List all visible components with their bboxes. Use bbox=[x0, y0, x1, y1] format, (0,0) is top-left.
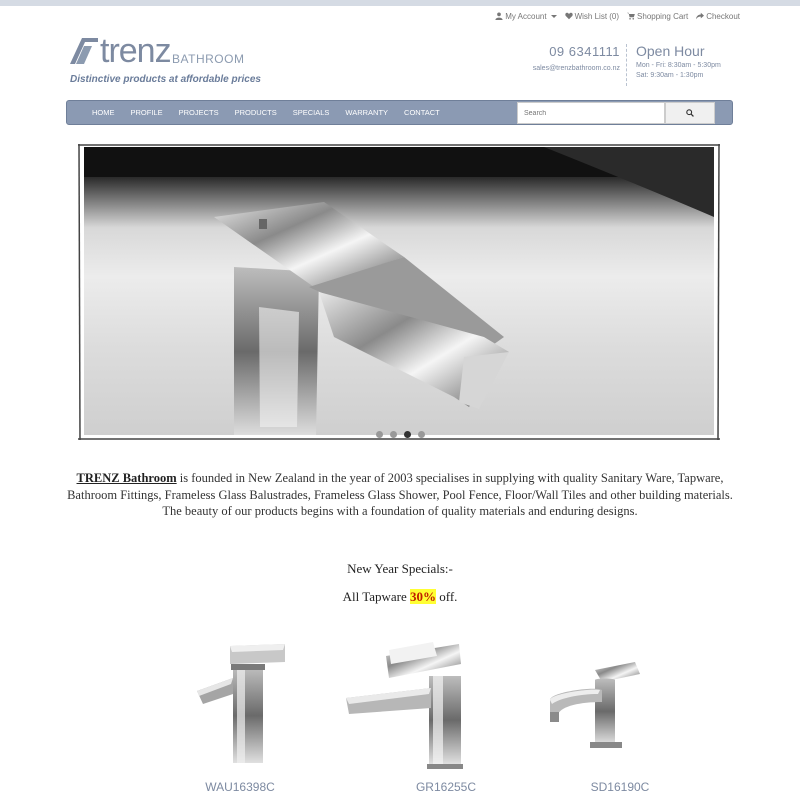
my-account-link[interactable]: My Account bbox=[495, 11, 557, 21]
discount-highlight: 30% bbox=[410, 589, 436, 604]
user-icon bbox=[495, 12, 503, 20]
search-button[interactable] bbox=[665, 102, 715, 124]
nav-item-contact[interactable]: CONTACT bbox=[396, 100, 448, 125]
brand-link[interactable]: TRENZ Bathroom bbox=[77, 471, 177, 485]
product-name[interactable]: WAU16398C bbox=[170, 780, 310, 794]
nav-item-home[interactable]: HOME bbox=[84, 100, 123, 125]
specials-offer: All Tapware 30% off. bbox=[0, 589, 800, 605]
product-card[interactable]: SD16190C bbox=[540, 636, 690, 796]
logo-wordmark: trenz bbox=[100, 32, 172, 70]
slider-dot[interactable] bbox=[376, 431, 383, 438]
slider-dot[interactable] bbox=[390, 431, 397, 438]
specials-suffix: off. bbox=[436, 589, 458, 604]
header-divider bbox=[626, 44, 627, 86]
nav-items: HOME PROFILE PROJECTS PRODUCTS SPECIALS … bbox=[67, 100, 448, 125]
open-hours-title: Open Hour bbox=[636, 43, 705, 59]
top-links: My Account Wish List (0) Shopping Cart C… bbox=[495, 9, 740, 23]
top-strip bbox=[0, 0, 800, 6]
nav-item-profile[interactable]: PROFILE bbox=[123, 100, 171, 125]
nav-item-specials[interactable]: SPECIALS bbox=[285, 100, 338, 125]
specials-title: New Year Specials:- bbox=[347, 561, 453, 576]
faucet-photo-icon bbox=[84, 147, 714, 435]
intro-paragraph: TRENZ Bathroom is founded in New Zealand… bbox=[60, 470, 740, 520]
nav-item-projects[interactable]: PROJECTS bbox=[171, 100, 227, 125]
heart-icon bbox=[564, 12, 573, 20]
specials-prefix: All Tapware bbox=[342, 589, 410, 604]
email-address[interactable]: sales@trenzbathroom.co.nz bbox=[510, 65, 620, 72]
contact-block: 09 6341111 sales@trenzbathroom.co.nz bbox=[510, 44, 620, 72]
slider-dots bbox=[376, 431, 425, 438]
faucet-icon bbox=[540, 652, 650, 757]
weekday-hours: Mon - Fri: 8:30am - 5:30pm bbox=[636, 62, 721, 69]
product-card[interactable]: WAU16398C bbox=[170, 636, 310, 796]
logo-subtitle: BATHROOM bbox=[172, 52, 245, 66]
slide-image bbox=[84, 147, 714, 435]
nav-item-products[interactable]: PRODUCTS bbox=[227, 100, 285, 125]
checkout-link[interactable]: Checkout bbox=[696, 12, 740, 21]
wishlist-label: Wish List (0) bbox=[574, 11, 620, 21]
cart-icon bbox=[627, 12, 635, 20]
search-input[interactable] bbox=[517, 102, 665, 124]
product-name[interactable]: GR16255C bbox=[376, 780, 516, 794]
logo-mark-icon bbox=[70, 38, 98, 64]
wishlist-link[interactable]: Wish List (0) bbox=[564, 11, 620, 21]
hero-slider[interactable] bbox=[76, 142, 722, 442]
my-account-label: My Account bbox=[505, 11, 547, 21]
product-card[interactable]: GR16255C bbox=[341, 636, 516, 796]
caret-down-icon bbox=[550, 14, 557, 18]
faucet-icon bbox=[341, 636, 466, 771]
search-icon bbox=[686, 109, 694, 117]
faucet-icon bbox=[197, 644, 285, 763]
saturday-hours: Sat: 9:30am - 1:30pm bbox=[636, 72, 704, 79]
share-arrow-icon bbox=[696, 12, 705, 20]
main-nav: HOME PROFILE PROJECTS PRODUCTS SPECIALS … bbox=[66, 100, 733, 125]
open-hours: Open Hour Mon - Fri: 8:30am - 5:30pm Sat… bbox=[636, 43, 721, 79]
checkout-label: Checkout bbox=[706, 11, 740, 21]
product-name[interactable]: SD16190C bbox=[550, 780, 690, 794]
phone-number: 09 6341111 bbox=[549, 44, 620, 59]
slider-dot[interactable] bbox=[418, 431, 425, 438]
site-logo[interactable]: trenz BATHROOM Distinctive products at a… bbox=[70, 32, 261, 88]
slider-dot-active[interactable] bbox=[404, 431, 411, 438]
shopping-cart-link[interactable]: Shopping Cart bbox=[627, 12, 688, 21]
search-form bbox=[517, 102, 715, 124]
nav-item-warranty[interactable]: WARRANTY bbox=[337, 100, 396, 125]
shopping-cart-label: Shopping Cart bbox=[637, 11, 689, 21]
logo-tagline: Distinctive products at affordable price… bbox=[70, 74, 261, 85]
